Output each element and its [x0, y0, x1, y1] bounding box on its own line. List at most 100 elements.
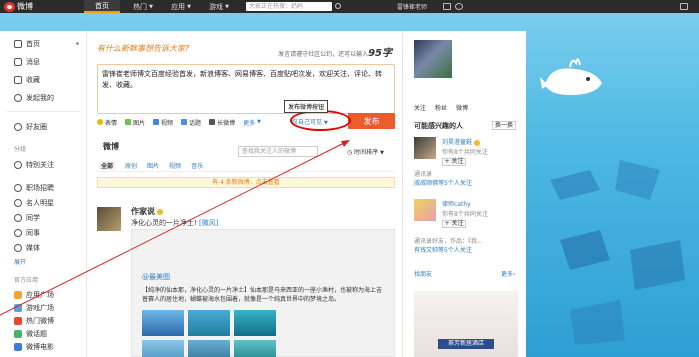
- user-avatar[interactable]: [414, 137, 436, 159]
- sidebar-item-favorites[interactable]: 收藏: [14, 75, 40, 85]
- movie-icon: [14, 343, 22, 351]
- more-link[interactable]: 更多›: [501, 269, 515, 278]
- sidebar-app-topic[interactable]: 微话题: [14, 329, 47, 339]
- following-link[interactable]: 关注: [414, 103, 426, 112]
- sidebar-item-friends-circle[interactable]: 好友圈: [14, 122, 47, 132]
- sidebar-group-media[interactable]: 媒体: [14, 243, 40, 253]
- mail-icon[interactable]: [443, 3, 451, 10]
- circle-icon: [14, 214, 22, 222]
- compose-textarea[interactable]: 雷锋崔老师博文百度经验首发，新浪博客、网易博客、百度贴吧次发，欢迎关注、评论、转…: [97, 64, 395, 114]
- circle-icon: [14, 199, 22, 207]
- circle-icon: [14, 161, 22, 169]
- sidebar-group-colleagues[interactable]: 同事: [14, 228, 40, 238]
- verified-badge-icon: [474, 139, 481, 146]
- followers-link[interactable]: 粉丝: [435, 103, 447, 112]
- chevron-down-icon: ▼: [149, 3, 153, 10]
- sidebar-app-plaza[interactable]: 应用广场: [14, 290, 54, 300]
- topic-icon: [14, 330, 22, 338]
- photo-thumbnail[interactable]: [142, 310, 184, 336]
- follow-button[interactable]: + 关注: [442, 220, 466, 228]
- weibo-count-link[interactable]: 微博: [456, 103, 468, 112]
- long-weibo-button[interactable]: 长微博: [209, 118, 235, 127]
- photo-thumbnail[interactable]: [234, 340, 276, 357]
- whale-illustration: [540, 58, 602, 95]
- apps-header: 官方应用: [14, 277, 39, 284]
- new-posts-notice[interactable]: 有 4 条新微博，点击查看: [97, 177, 395, 188]
- profile-avatar[interactable]: [414, 40, 452, 78]
- user-mutuals: 你有8个共同关注: [442, 149, 488, 156]
- settings-icon[interactable]: [680, 3, 688, 10]
- user-mutuals: 你有8个共同关注: [442, 211, 488, 218]
- sidebar-group-classmates[interactable]: 同学: [14, 213, 40, 223]
- profile-stats: 关注 粉丝 微博: [414, 103, 468, 112]
- weibo-logo[interactable]: 微博: [4, 1, 33, 12]
- group-header: 分组: [14, 146, 27, 153]
- follow-button[interactable]: + 关注: [442, 158, 466, 166]
- document-icon: [209, 119, 216, 125]
- publish-button[interactable]: 发布: [348, 113, 395, 129]
- sort-select[interactable]: ◷ 时间排序 ▼: [347, 147, 384, 156]
- chevron-down-icon: ▼: [380, 150, 384, 156]
- nav-hot[interactable]: 热门 ▼: [124, 0, 162, 13]
- suggested-user: 律师cathy 你有8个共同关注 + 关注: [414, 199, 488, 228]
- notification-icon[interactable]: [455, 3, 463, 10]
- sidebar-group-celebs[interactable]: 名人明星: [14, 198, 54, 208]
- right-sidebar: 关注 粉丝 微博 可能感兴趣的人 换一换 刘昊澄童鞋 你有8个共同关注 + 关注…: [402, 31, 526, 357]
- tab-original[interactable]: 原创: [125, 161, 137, 170]
- star-icon: [14, 76, 22, 84]
- repost-author[interactable]: @最美图: [142, 272, 170, 282]
- sidebar-item-home[interactable]: 首页: [14, 39, 40, 49]
- left-sidebar: 首页 消息 收藏 发起我的 好友圈 分组 特别关注 职场招聘 名人明星 同学 同…: [0, 31, 86, 357]
- tab-all[interactable]: 全部: [99, 161, 116, 170]
- emoji-button[interactable]: 表情: [97, 118, 117, 127]
- photo-thumbnail[interactable]: [188, 340, 230, 357]
- search-icon[interactable]: [335, 3, 341, 9]
- nav-apps[interactable]: 应用 ▼: [162, 0, 200, 13]
- sidebar-app-hot[interactable]: 热门微博: [14, 316, 54, 326]
- user-source: 通讯录 戚戚顺佛等5个人关注: [414, 171, 472, 187]
- chevron-down-icon: ▼: [187, 3, 191, 10]
- username-link[interactable]: 雷锋崔老师: [397, 2, 427, 11]
- coin-icon: [14, 94, 22, 102]
- sidebar-app-movie[interactable]: 微博电影: [14, 342, 54, 352]
- user-name[interactable]: 刘昊澄童鞋: [442, 137, 488, 146]
- photo-thumbnail[interactable]: [142, 340, 184, 357]
- sidebar-group-jobs[interactable]: 职场招聘: [14, 183, 54, 193]
- topic-button[interactable]: 话题: [181, 118, 201, 127]
- more-tools-button[interactable]: 更多 ▼: [243, 118, 261, 127]
- nav-home[interactable]: 首页: [84, 0, 120, 13]
- topic-icon: [181, 119, 188, 125]
- sidebar-item-mine[interactable]: 发起我的: [14, 93, 54, 103]
- user-name[interactable]: 律师cathy: [442, 199, 488, 208]
- background-decoration: [550, 160, 685, 345]
- photo-thumbnail[interactable]: [234, 310, 276, 336]
- nav-games[interactable]: 游戏 ▼: [200, 0, 238, 13]
- top-search-input[interactable]: 大家正在热搜：奶妈: [246, 2, 332, 11]
- repost-box: @最美图 【纯净的仙本那，净化心灵的一片净土】仙本那是马来西亚的一座小渔村，也被…: [131, 229, 395, 357]
- feed-title: 微博: [103, 142, 119, 151]
- sidebar-item-messages[interactable]: 消息: [14, 57, 40, 67]
- sidebar-group-special[interactable]: 特别关注: [14, 160, 54, 170]
- post-author[interactable]: 作家说: [131, 206, 163, 217]
- message-icon: [14, 58, 22, 66]
- circle-icon: [14, 244, 22, 252]
- circle-icon: [14, 229, 22, 237]
- chevron-down-icon: ▼: [225, 3, 229, 10]
- feed-search-input[interactable]: 查找我关注人的微博: [238, 146, 318, 157]
- advertisement-banner[interactable]: 茶芳新居酒店: [414, 291, 518, 357]
- hot-icon: [14, 317, 22, 325]
- find-friends-link[interactable]: 找朋友: [414, 269, 432, 278]
- image-button[interactable]: 图片: [125, 118, 145, 127]
- main-column: 有什么新鲜事想告诉大家? 发言请遵守社区公约，还可以输入95字 雷锋崔老师博文百…: [86, 31, 402, 357]
- user-avatar[interactable]: [414, 199, 436, 221]
- tab-music[interactable]: 音乐: [191, 161, 203, 170]
- refresh-suggestions-button[interactable]: 换一换: [492, 121, 516, 130]
- tab-images[interactable]: 图片: [147, 161, 159, 170]
- photo-thumbnail[interactable]: [188, 310, 230, 336]
- app-name: 微博: [17, 2, 33, 11]
- expand-groups-link[interactable]: 展开: [14, 257, 26, 266]
- post-avatar[interactable]: [97, 207, 121, 231]
- tab-videos[interactable]: 视频: [169, 161, 181, 170]
- video-button[interactable]: 视频: [153, 118, 173, 127]
- sidebar-app-games[interactable]: 游戏广场: [14, 303, 54, 313]
